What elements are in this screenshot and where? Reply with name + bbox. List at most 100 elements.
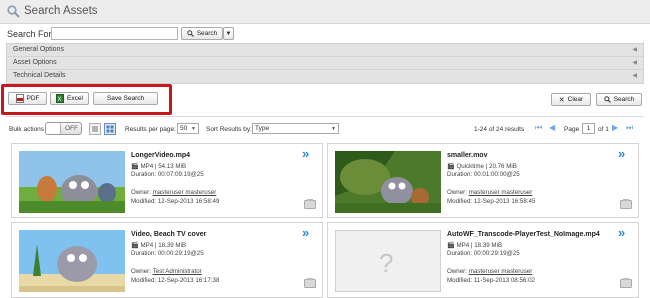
double-chevron-right-icon[interactable]: » [618, 225, 625, 240]
asset-thumbnail[interactable] [335, 151, 441, 213]
asset-thumbnail-placeholder[interactable]: ? [335, 230, 441, 292]
grid-view-icon [106, 125, 114, 133]
clear-label: Clear [567, 96, 584, 103]
search-dropdown-button[interactable]: ▼ [223, 27, 234, 40]
list-view-button[interactable] [89, 123, 101, 135]
pdf-label: PDF [26, 95, 40, 102]
toggle-knob [46, 123, 61, 134]
asset-owner: Owner: masteruser masteruser [447, 189, 532, 196]
tape-icon [304, 278, 316, 288]
excel-export-button[interactable]: X Excel [50, 92, 89, 105]
asset-modified: Modified: 12-Sep-2013 16:58:49 [131, 198, 220, 205]
bulk-toggle-state: OFF [65, 125, 78, 132]
owner-label: Owner: [131, 189, 151, 196]
first-page-icon[interactable]: ⏮ [535, 123, 542, 133]
save-search-label: Save Search [106, 95, 145, 102]
asset-title[interactable]: Video, Beach TV cover [131, 231, 206, 238]
asset-duration: Duration: 00:00:29:19@25 [447, 250, 520, 257]
owner-link[interactable]: masteruser masteruser [153, 189, 217, 196]
next-page-icon[interactable]: ▶ [612, 123, 618, 132]
asset-thumbnail[interactable] [19, 151, 125, 213]
asset-title[interactable]: AutoWF_Transcode-PlayerTest_NoImage.mp4 [447, 231, 600, 238]
excel-label: Excel [67, 95, 83, 102]
owner-link[interactable]: masteruser masteruser [469, 268, 533, 275]
double-chevron-right-icon[interactable]: » [618, 146, 625, 161]
page-total: of 1 [598, 126, 609, 133]
asset-options-label: Asset Options [13, 59, 57, 66]
magnifier-icon [7, 5, 20, 18]
asset-owner: Owner: Test Administrator [131, 268, 202, 275]
list-view-icon [92, 126, 98, 132]
close-icon: ✕ [558, 96, 565, 104]
general-options-row[interactable]: General Options ◀ [7, 44, 643, 57]
film-icon: 🎬 [447, 242, 455, 249]
asset-thumbnail[interactable] [19, 230, 125, 292]
grid-view-button[interactable] [104, 123, 116, 135]
sort-label: Sort Results by: [206, 126, 252, 133]
prev-page-icon[interactable]: ◀ [549, 123, 555, 132]
pdf-icon [15, 94, 24, 103]
expand-arrow-icon: ◀ [632, 73, 637, 79]
asset-modified: Modified: 12-Sep-2013 16:17:38 [131, 277, 220, 284]
asset-card[interactable]: LongerVideo.mp4 🎬 MP4 | 54.13 MiB Durati… [11, 143, 323, 218]
asset-format: 🎬 Quicktime | 20.76 MiB [447, 162, 517, 170]
page-input[interactable]: 1 [582, 123, 595, 134]
clear-button[interactable]: ✕ Clear [551, 93, 591, 106]
asset-card[interactable]: smaller.mov 🎬 Quicktime | 20.76 MiB Dura… [327, 143, 639, 218]
last-page-icon[interactable]: ⏭ [626, 123, 633, 133]
pdf-export-button[interactable]: PDF [8, 92, 47, 105]
results-count: 1-24 of 24 results [474, 126, 525, 133]
asset-title[interactable]: LongerVideo.mp4 [131, 152, 190, 159]
chevron-down-icon: ▼ [225, 30, 232, 37]
sort-value: Type [255, 125, 270, 132]
asset-options-row[interactable]: Asset Options ◀ [7, 57, 643, 70]
rpp-value: 50 [180, 125, 188, 132]
run-search-label: Search [613, 96, 635, 103]
asset-card[interactable]: ? AutoWF_Transcode-PlayerTest_NoImage.mp… [327, 222, 639, 298]
owner-link[interactable]: Test Administrator [153, 268, 202, 275]
asset-owner: Owner: masteruser masteruser [131, 189, 216, 196]
tape-icon [304, 199, 316, 209]
asset-owner: Owner: masteruser masteruser [447, 268, 532, 275]
asset-duration: Duration: 00:00:29:19@25 [131, 250, 204, 257]
run-search-button[interactable]: Search [596, 93, 642, 106]
film-icon: 🎬 [131, 163, 139, 170]
excel-icon: X [56, 94, 65, 103]
owner-label: Owner: [447, 268, 467, 275]
sort-select[interactable]: Type ▼ [252, 123, 339, 134]
search-icon [603, 96, 611, 103]
owner-link[interactable]: masteruser masteruser [469, 189, 533, 196]
asset-duration: Duration: 00:07:09:19@25 [131, 171, 204, 178]
bulk-actions-label: Bulk actions [9, 126, 45, 133]
asset-modified: Modified: 11-Sep-2013 08:56:02 [447, 277, 535, 284]
save-search-button[interactable]: Save Search [93, 92, 158, 105]
asset-card[interactable]: Video, Beach TV cover 🎬 MP4 | 18.39 MiB … [11, 222, 323, 298]
expand-arrow-icon: ◀ [632, 47, 637, 53]
svg-text:?: ? [379, 248, 393, 278]
search-input[interactable] [51, 27, 178, 40]
expand-arrow-icon: ◀ [632, 60, 637, 66]
results-per-page-label: Results per page: [125, 126, 176, 133]
film-icon: 🎬 [131, 242, 139, 249]
chevron-down-icon: ▼ [331, 126, 336, 132]
tape-icon [620, 199, 632, 209]
asset-format-text: MP4 | 54.13 MiB [140, 163, 187, 170]
asset-title[interactable]: smaller.mov [447, 152, 487, 159]
divider [6, 116, 644, 117]
technical-details-row[interactable]: Technical Details ◀ [7, 70, 643, 83]
results-per-page-select[interactable]: 50 ▼ [177, 123, 199, 134]
double-chevron-right-icon[interactable]: » [302, 146, 309, 161]
search-button[interactable]: Search [181, 27, 223, 40]
asset-format-text: MP4 | 18.39 MiB [140, 242, 187, 249]
page-title: Search Assets [24, 5, 98, 17]
page-label: Page [564, 126, 580, 133]
search-options-panel: General Options ◀ Asset Options ◀ Techni… [6, 43, 644, 84]
asset-format: 🎬 MP4 | 54.13 MiB [131, 162, 186, 170]
asset-format: 🎬 MP4 | 18.39 MiB [131, 241, 186, 249]
double-chevron-right-icon[interactable]: » [302, 225, 309, 240]
search-icon [186, 30, 194, 37]
asset-modified: Modified: 12-Sep-2013 16:58:45 [447, 198, 536, 205]
svg-text:X: X [58, 97, 62, 103]
search-label: Search For [7, 29, 52, 39]
film-icon: 🎬 [447, 163, 455, 170]
